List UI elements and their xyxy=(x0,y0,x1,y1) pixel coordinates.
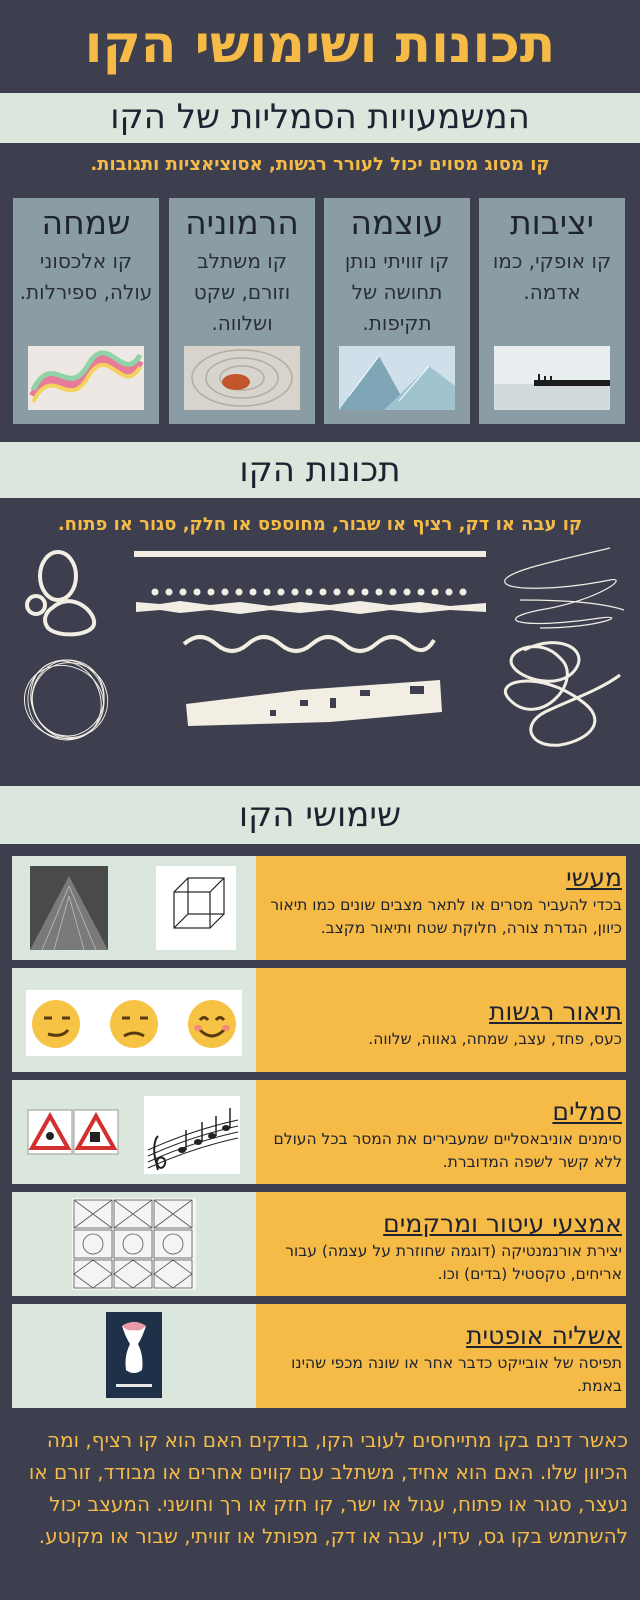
use-row-symbols: סמלים סימנים אוניבאסליים שמעבירים את המס… xyxy=(12,1080,626,1184)
use-images xyxy=(12,856,256,960)
section-heading-symbolic: המשמעויות הסמליות של הקו xyxy=(0,93,640,143)
card-text: קו משתלב וזורם, שקט ושלווה. xyxy=(193,249,291,335)
card-power: עוצמה קו זוויתי נותן תחושה של תקיפות. xyxy=(324,198,470,424)
dotted-line xyxy=(151,588,467,596)
use-row-ornament: אמצעי עיטור ומרקמים יצירת אורנמנטיקה (דו… xyxy=(12,1192,626,1296)
card-harmony: הרמוניה קו משתלב וזורם, שקט ושלווה. xyxy=(169,198,315,424)
use-images xyxy=(12,968,256,1072)
use-desc: סימנים אוניבאסליים שמעבירים את המסר בכל … xyxy=(273,1130,622,1171)
use-text: אמצעי עיטור ומרקמים יצירת אורנמנטיקה (דו… xyxy=(256,1192,626,1296)
card-stability: יציבות קו אופקי, כמו אדמה. xyxy=(479,198,625,424)
use-row-optical-illusion: אשליה אופטית תפיסה של אובייקט כדבר אחר א… xyxy=(12,1304,626,1408)
smirk-face-icon xyxy=(32,1000,80,1048)
horizon-sea-image xyxy=(494,346,610,410)
card-text: קו אלכסוני עולה, ספירלות. xyxy=(19,249,153,304)
use-desc: תפיסה של אובייקט כדבר אחר או שונה מכפי ש… xyxy=(291,1354,622,1395)
wood-rings-leaf-image xyxy=(184,346,300,410)
use-desc: כעס, פחד, עצב, שמחה, גאווה, שלווה. xyxy=(368,1030,622,1048)
use-title: אמצעי עיטור ומרקמים xyxy=(383,1209,622,1238)
card-text: קו זוויתי נותן תחושה של תקיפות. xyxy=(344,249,450,335)
use-text: מעשי בכדי להעביר מסרים או לתאר מצבים שונ… xyxy=(256,856,626,960)
section-heading-uses: שימושי הקו xyxy=(0,786,640,844)
straight-line xyxy=(134,551,486,557)
use-images xyxy=(12,1080,256,1184)
card-text: קו אופקי, כמו אדמה. xyxy=(492,249,612,304)
use-title: תיאור רגשות xyxy=(489,997,622,1026)
use-title: אשליה אופטית xyxy=(466,1321,622,1350)
use-text: תיאור רגשות כעס, פחד, עצב, שמחה, גאווה, … xyxy=(256,968,626,1072)
wavy-line xyxy=(182,635,436,653)
use-title: מעשי xyxy=(566,863,622,892)
card-title: הרמוניה xyxy=(185,203,299,242)
angular-building-image xyxy=(339,346,455,410)
thin-scribble xyxy=(504,547,625,629)
scribble-circle xyxy=(23,659,109,741)
warning-sign-icon xyxy=(27,1109,73,1155)
warning-sign-icon xyxy=(73,1109,119,1155)
use-desc: יצירת אורנמנטיקה (דוגמה שחוזרת על עצמה) … xyxy=(285,1242,622,1283)
optical-illusion-poster-image xyxy=(106,1312,162,1398)
use-row-emotions: תיאור רגשות כעס, פחד, עצב, שמחה, גאווה, … xyxy=(12,968,626,1072)
line-types-illustration xyxy=(23,547,625,747)
ornament-pattern-image xyxy=(72,1198,196,1290)
building-cube-image xyxy=(30,866,236,951)
section-subtitle-properties: קו עבה או דק, רציף או שבור, מחוספס או חל… xyxy=(57,514,583,535)
page-title: תכונות ושימושי הקו xyxy=(84,15,556,75)
use-images xyxy=(12,1192,256,1296)
section-heading-properties: תכונות הקו xyxy=(0,442,640,498)
card-title: שמחה xyxy=(41,203,131,242)
use-text: אשליה אופטית תפיסה של אובייקט כדבר אחר א… xyxy=(256,1304,626,1408)
card-joy: שמחה קו אלכסוני עולה, ספירלות. xyxy=(13,198,159,424)
rough-line xyxy=(136,601,486,614)
use-desc: בכדי להעביר מסרים או לתאר מצבים שונים כמ… xyxy=(270,896,622,937)
emoji-faces-image xyxy=(26,990,242,1056)
card-title: יציבות xyxy=(509,203,595,242)
summary-paragraph: כאשר דנים בקו מתייחסים לעובי הקו, בודקים… xyxy=(28,1428,628,1548)
loopy-scribble xyxy=(503,641,621,747)
section-subtitle-symbolic: קו מסוג מסוים יכול לעורר רגשות, אסוציאצי… xyxy=(90,154,550,175)
use-images xyxy=(12,1304,256,1408)
use-title: סמלים xyxy=(552,1097,622,1126)
smiling-face-icon xyxy=(188,1000,236,1048)
unamused-face-icon xyxy=(110,1000,158,1048)
use-row-practical: מעשי בכדי להעביר מסרים או לתאר מצבים שונ… xyxy=(12,856,626,960)
signs-music-image xyxy=(27,1096,240,1174)
card-title: עוצמה xyxy=(350,203,444,242)
use-text: סמלים סימנים אוניבאסליים שמעבירים את המס… xyxy=(256,1080,626,1184)
ribbon-spiral-image xyxy=(28,346,144,410)
closed-loop-shapes xyxy=(25,550,97,637)
brush-stroke xyxy=(186,680,442,726)
